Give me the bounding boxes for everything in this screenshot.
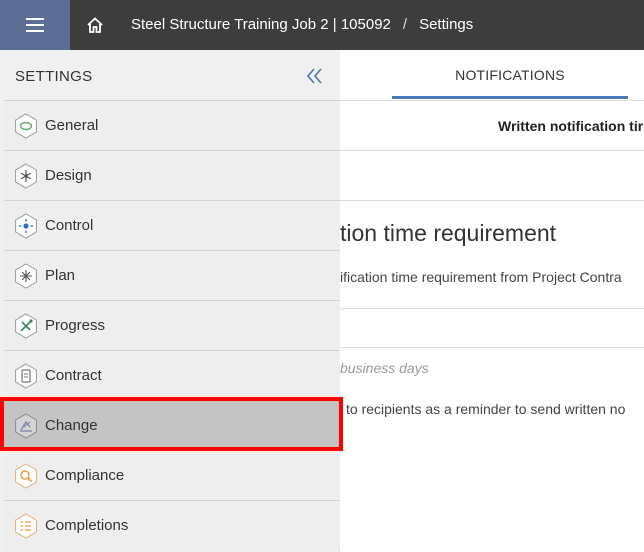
plan-icon xyxy=(15,263,37,289)
divider xyxy=(340,200,644,201)
sidebar-title: SETTINGS xyxy=(15,68,93,85)
sidebar-item-label: Change xyxy=(45,417,98,434)
top-bar: Steel Structure Training Job 2 | 105092 /… xyxy=(0,0,644,50)
progress-icon xyxy=(15,313,37,339)
sidebar-item-control[interactable]: Control xyxy=(4,200,340,250)
sidebar-item-label: Design xyxy=(45,167,92,184)
hamburger-icon xyxy=(26,18,44,32)
days-input-placeholder[interactable]: business days xyxy=(340,360,429,376)
column-header: Written notification tir xyxy=(498,118,644,134)
home-button[interactable] xyxy=(70,0,120,50)
sidebar-item-label: Contract xyxy=(45,367,102,384)
sidebar-list: General Design Control Plan Progress Con… xyxy=(4,100,340,550)
divider xyxy=(340,347,644,348)
double-chevron-left-icon xyxy=(306,68,322,84)
design-icon xyxy=(15,163,37,189)
sidebar-item-label: Progress xyxy=(45,317,106,334)
divider xyxy=(340,100,644,101)
breadcrumb-page: Settings xyxy=(419,16,474,33)
section-description: ification time requirement from Project … xyxy=(340,269,622,285)
divider xyxy=(340,308,644,309)
reminder-note: to recipients as a reminder to send writ… xyxy=(346,401,626,417)
sidebar-item-label: Control xyxy=(45,217,94,234)
sidebar-item-contract[interactable]: Contract xyxy=(4,350,340,400)
sidebar-item-label: Plan xyxy=(45,267,76,284)
sidebar-item-general[interactable]: General xyxy=(4,100,340,150)
contract-icon xyxy=(15,363,37,389)
settings-sidebar: SETTINGS General Design Control Plan Pro… xyxy=(0,50,340,552)
section-title: tion time requirement xyxy=(340,220,557,246)
compliance-icon xyxy=(15,463,37,489)
tab-notifications[interactable]: NOTIFICATIONS xyxy=(392,50,628,99)
sidebar-item-plan[interactable]: Plan xyxy=(4,250,340,300)
sidebar-item-compliance[interactable]: Compliance xyxy=(4,450,340,500)
home-icon xyxy=(87,17,103,33)
sidebar-item-design[interactable]: Design xyxy=(4,150,340,200)
menu-button[interactable] xyxy=(0,0,70,50)
change-icon xyxy=(15,413,37,439)
sidebar-item-label: General xyxy=(45,117,99,134)
sidebar-item-progress[interactable]: Progress xyxy=(4,300,340,350)
completions-icon xyxy=(15,513,37,539)
breadcrumb: Steel Structure Training Job 2 | 105092 /… xyxy=(131,0,473,50)
breadcrumb-separator: / xyxy=(402,16,408,33)
sidebar-item-change[interactable]: Change xyxy=(4,400,340,450)
sidebar-item-completions[interactable]: Completions xyxy=(4,500,340,550)
divider xyxy=(340,150,644,151)
sidebar-item-label: Completions xyxy=(45,517,129,534)
general-icon xyxy=(15,113,37,139)
collapse-sidebar-button[interactable] xyxy=(305,67,325,85)
breadcrumb-project[interactable]: Steel Structure Training Job 2 | 105092 xyxy=(131,16,391,33)
sidebar-header: SETTINGS xyxy=(0,50,340,100)
sidebar-item-label: Compliance xyxy=(45,467,125,484)
control-icon xyxy=(15,213,37,239)
